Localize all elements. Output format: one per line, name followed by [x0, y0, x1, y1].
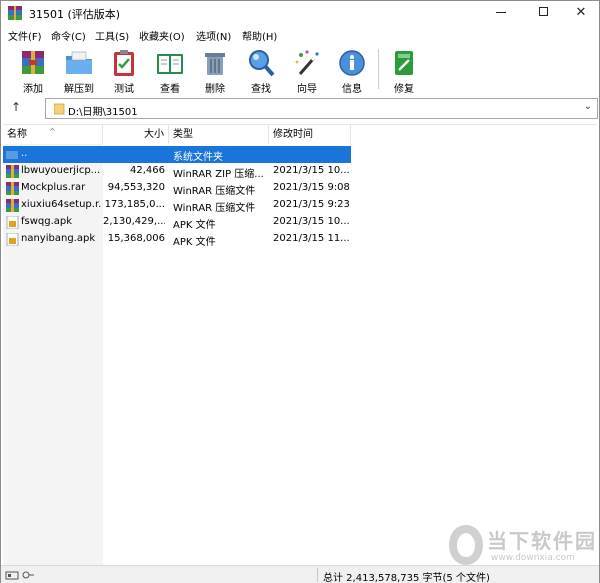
winrar-window: 31501 (评估版本) ✕ 文件(F) 命令(C) 工具(S) 收藏夹(O) …	[0, 0, 600, 583]
column-header-date[interactable]: 修改时间	[269, 125, 351, 144]
column-header-name[interactable]: 名称 ^	[3, 125, 103, 144]
toolbar-separator	[378, 49, 379, 89]
watermark-text: 当下软件园	[487, 529, 597, 553]
view-button[interactable]: 查看	[147, 46, 193, 95]
menu-options[interactable]: 选项(N)	[196, 28, 231, 43]
maximize-icon	[538, 7, 548, 16]
watermark: 当下软件园 www.downxia.com	[447, 519, 597, 571]
table-row[interactable]: fswqg.apk 2,130,429,... APK 文件 2021/3/15…	[3, 214, 351, 231]
add-archive-icon	[22, 51, 44, 74]
menu-help[interactable]: 帮助(H)	[242, 28, 277, 43]
test-clipboard-icon	[114, 50, 134, 76]
info-button[interactable]: 信息	[329, 46, 375, 95]
chevron-down-icon[interactable]: ⌄	[584, 101, 592, 112]
status-summary: 总计 2,413,578,735 字节(5 个文件)	[323, 573, 490, 583]
table-row[interactable]: nanyibang.apk 15,368,006 APK 文件 2021/3/1…	[3, 231, 351, 248]
folder-icon	[54, 103, 65, 115]
magnifier-icon	[249, 50, 275, 77]
add-button[interactable]: 添加	[10, 46, 56, 95]
window-title: 31501 (评估版本)	[29, 8, 121, 21]
sort-caret-icon: ^	[49, 127, 56, 136]
magic-wand-icon	[295, 50, 319, 75]
apk-file-icon	[6, 216, 19, 229]
address-row: ↑ D:\日期\31501 ⌄	[1, 96, 599, 122]
drive-key-icon	[5, 571, 34, 580]
close-icon: ✕	[575, 5, 587, 20]
minimize-icon	[496, 12, 506, 13]
repair-icon	[395, 51, 413, 75]
address-path: D:\日期\31501	[68, 107, 138, 118]
extract-folder-icon	[66, 51, 92, 74]
winrar-app-icon	[8, 6, 22, 20]
repair-button[interactable]: 修复	[381, 46, 427, 95]
menu-bar: 文件(F) 命令(C) 工具(S) 收藏夹(O) 选项(N) 帮助(H)	[1, 25, 599, 44]
file-list: 名称 ^ 大小 类型 修改时间 .. 系统文件夹 lbwuyouerjicp..…	[3, 124, 597, 566]
view-book-icon	[157, 54, 183, 74]
column-header-size[interactable]: 大小	[103, 125, 169, 144]
table-row[interactable]: xiuxiu64setup.r... 173,185,0... WinRAR 压…	[3, 197, 351, 214]
rar-file-icon	[6, 182, 19, 195]
menu-tools[interactable]: 工具(S)	[95, 28, 129, 43]
status-bar: 总计 2,413,578,735 字节(5 个文件)	[1, 565, 599, 583]
table-row[interactable]: lbwuyouerjicp... 42,466 WinRAR ZIP 压缩...…	[3, 163, 351, 180]
rar-file-icon	[6, 199, 19, 212]
watermark-logo-icon	[449, 525, 483, 565]
info-icon	[339, 50, 365, 76]
rar-file-icon	[6, 165, 19, 178]
find-button[interactable]: 查找	[238, 46, 284, 95]
status-separator	[317, 568, 318, 582]
title-bar: 31501 (评估版本) ✕	[1, 1, 599, 25]
column-header-type[interactable]: 类型	[169, 125, 269, 144]
up-arrow-icon[interactable]: ↑	[11, 100, 21, 114]
extract-to-button[interactable]: 解压到	[56, 46, 102, 95]
menu-file[interactable]: 文件(F)	[8, 28, 42, 43]
menu-command[interactable]: 命令(C)	[51, 28, 86, 43]
watermark-url: www.downxia.com	[491, 553, 575, 563]
test-button[interactable]: 测试	[101, 46, 147, 95]
trash-icon	[205, 53, 225, 75]
apk-file-icon	[6, 233, 19, 246]
folder-up-icon	[6, 151, 18, 159]
toolbar: 添加 解压到 测试 查看 删除 查找 向导 信息 修复	[1, 44, 599, 95]
wizard-button[interactable]: 向导	[284, 46, 330, 95]
list-header: 名称 ^ 大小 类型 修改时间	[3, 125, 597, 144]
table-row[interactable]: .. 系统文件夹	[3, 146, 351, 163]
close-button[interactable]: ✕	[563, 1, 599, 25]
menu-favorites[interactable]: 收藏夹(O)	[139, 28, 185, 43]
minimize-button[interactable]	[483, 1, 519, 25]
table-row[interactable]: Mockplus.rar 94,553,320 WinRAR 压缩文件 2021…	[3, 180, 351, 197]
address-bar[interactable]: D:\日期\31501 ⌄	[45, 98, 598, 119]
maximize-button[interactable]	[525, 1, 561, 25]
delete-button[interactable]: 删除	[192, 46, 238, 95]
